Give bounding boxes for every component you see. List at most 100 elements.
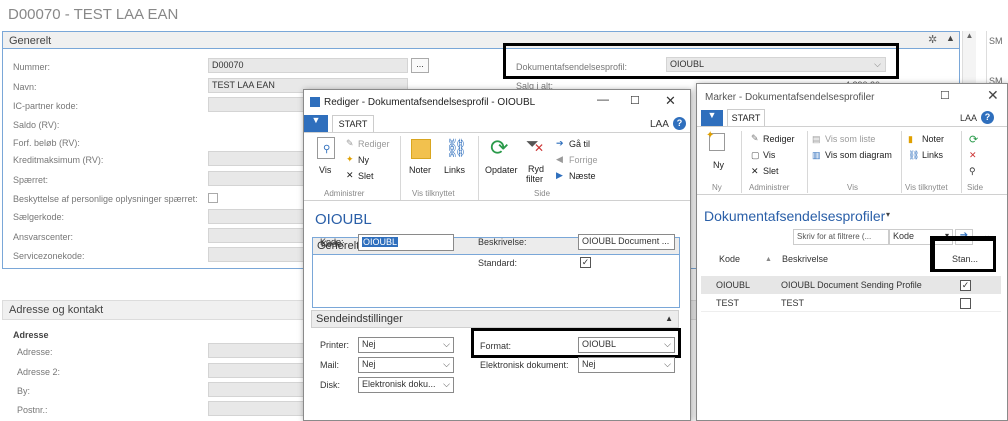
collapse-icon[interactable]: ▲ — [946, 33, 955, 43]
close-icon[interactable]: ✕ — [987, 87, 999, 104]
grp-vis: Vis — [847, 183, 858, 192]
user-label: LAA — [650, 119, 669, 130]
goto-icon: ➔ — [556, 138, 564, 148]
next-icon: ▶ — [556, 170, 563, 180]
highlight-dokprofil — [503, 43, 899, 79]
help-icon[interactable]: ? — [673, 117, 686, 130]
row1-beskrivelse: OIOUBL Document Sending Profile — [781, 280, 922, 290]
view-icon: ▢ — [751, 150, 760, 160]
printer-value: Nej — [362, 339, 376, 349]
printer-select[interactable]: Nej ⌵ — [358, 337, 454, 353]
links-button[interactable]: Links — [922, 150, 943, 160]
disk-value: Elektronisk doku... — [362, 379, 436, 389]
naeste-button[interactable]: Næste — [569, 171, 596, 181]
sep — [807, 131, 808, 193]
menu-button[interactable]: ▼ — [701, 110, 723, 126]
close-icon[interactable]: ✕ — [665, 93, 676, 109]
refresh-icon[interactable]: ⟳ — [969, 133, 978, 146]
nummer-lookup-button[interactable]: ... — [411, 58, 429, 73]
ryd-filter-line2[interactable]: filter — [526, 174, 543, 184]
refresh-icon: ⟳ — [490, 135, 509, 160]
grp-side: Side — [967, 183, 984, 192]
user-label: LAA — [960, 113, 978, 123]
links-button[interactable]: Links — [444, 165, 465, 175]
notes-icon: ▮ — [908, 134, 913, 144]
find-icon[interactable]: ⚲ — [969, 166, 976, 177]
vis-button[interactable]: Vis — [763, 150, 775, 160]
noter-button[interactable]: Noter — [409, 165, 431, 175]
beskrivelse-field[interactable]: OIOUBL Document ... — [578, 234, 675, 250]
kode-field[interactable]: OIOUBL — [358, 234, 454, 251]
delete-icon: ✕ — [346, 170, 354, 180]
sep — [901, 131, 902, 193]
help-icon[interactable]: ? — [981, 111, 994, 124]
new-icon[interactable]: ✦ — [706, 130, 725, 151]
ny-button[interactable]: Ny — [713, 160, 724, 170]
vis-liste-button[interactable]: Vis som liste — [825, 134, 875, 144]
mail-select[interactable]: Nej ⌵ — [358, 357, 454, 373]
rediger-window-title: Rediger - Dokumentafsendelsesprofil - OI… — [324, 97, 536, 108]
eldok-select[interactable]: Nej ⌵ — [578, 357, 675, 373]
highlight-standard-row — [930, 236, 996, 272]
table-row[interactable] — [701, 294, 1001, 312]
forrige-button[interactable]: Forrige — [569, 155, 598, 165]
col-kode[interactable]: Kode — [719, 254, 740, 264]
page-title: D00070 - TEST LAA EAN — [8, 6, 179, 23]
vis-diagram-button[interactable]: Vis som diagram — [825, 150, 892, 160]
settings-icon[interactable]: ✲ — [928, 33, 937, 46]
beskyttelse-checkbox[interactable] — [208, 193, 218, 203]
postnr-label: Postnr.: — [17, 405, 48, 415]
card-heading: OIOUBL — [315, 211, 372, 228]
standard-checkbox[interactable]: ✓ — [580, 257, 591, 268]
menu-button[interactable]: ▼ — [304, 115, 328, 132]
saldo-label: Saldo (RV): — [13, 120, 60, 130]
vis-button[interactable]: Vis — [319, 165, 331, 175]
prev-icon: ◀ — [556, 154, 563, 164]
beskrivelse-label: Beskrivelse: — [478, 237, 527, 247]
postnr-field[interactable] — [208, 401, 308, 416]
opdater-button[interactable]: Opdater — [485, 165, 518, 175]
links-icon: ⛓ — [908, 150, 920, 160]
minimize-icon[interactable]: — — [597, 92, 609, 106]
clear-filter-icon[interactable]: ✕ — [969, 150, 977, 161]
generelt-label: Generelt — [9, 35, 52, 47]
rediger-button[interactable]: Rediger — [358, 139, 390, 149]
row2-standard-checkbox[interactable] — [960, 298, 971, 309]
tab-start[interactable]: START — [727, 109, 765, 126]
edit-icon: ✎ — [346, 138, 354, 148]
maximize-icon[interactable]: ☐ — [630, 94, 640, 107]
nummer-label: Nummer: — [13, 62, 51, 72]
forf-label: Forf. beløb (RV): — [13, 138, 80, 148]
gaa-til-button[interactable]: Gå til — [569, 139, 590, 149]
sep — [741, 131, 742, 193]
filter-field-value: Kode — [893, 231, 915, 241]
mail-label: Mail: — [320, 360, 340, 370]
edit-icon: ✎ — [751, 133, 759, 143]
disk-select[interactable]: Elektronisk doku... ⌵ — [358, 377, 454, 393]
row1-standard-checkbox[interactable]: ✓ — [960, 280, 971, 291]
noter-button[interactable]: Noter — [922, 134, 944, 144]
filter-input[interactable]: Skriv for at filtrere (... — [793, 229, 889, 245]
grp-side: Side — [534, 189, 551, 198]
mail-value: Nej — [362, 359, 376, 369]
maximize-icon[interactable]: ☐ — [940, 89, 950, 102]
slet-button[interactable]: Slet — [358, 171, 374, 181]
saelger-label: Sælgerkode: — [13, 212, 65, 222]
sort-icon: ▲ — [765, 256, 772, 263]
sende-fasttab[interactable]: Sendeindstillinger ▲ — [311, 310, 679, 328]
adresse-label: Adresse: — [17, 347, 53, 357]
heading-dropdown-icon[interactable]: ▾ — [886, 210, 890, 219]
col-beskrivelse[interactable]: Beskrivelse — [782, 254, 828, 264]
ryd-filter-line1[interactable]: Ryd — [528, 164, 544, 174]
by-field[interactable] — [208, 382, 308, 397]
adresse-field[interactable] — [208, 343, 308, 358]
grp-vis-tilknyttet: Vis tilknyttet — [412, 189, 455, 198]
disk-label: Disk: — [320, 380, 340, 390]
standard-label: Standard: — [478, 258, 518, 268]
rediger-button[interactable]: Rediger — [763, 134, 795, 144]
adresse2-field[interactable] — [208, 363, 308, 378]
ny-button[interactable]: Ny — [358, 155, 369, 165]
slet-button[interactable]: Slet — [763, 166, 779, 176]
tab-start[interactable]: START — [332, 115, 374, 132]
nummer-field[interactable]: D00070 — [208, 58, 408, 73]
